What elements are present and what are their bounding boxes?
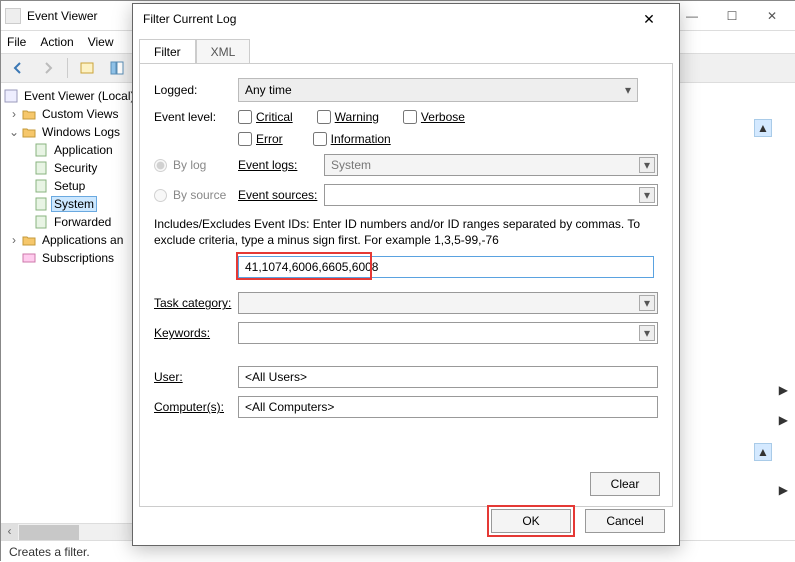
event-logs-combo[interactable]: System ▾ <box>324 154 658 176</box>
event-ids-input[interactable] <box>238 256 654 278</box>
logged-label: Logged: <box>154 83 238 97</box>
keywords-combo[interactable]: ▾ <box>238 322 658 344</box>
chevron-down-icon: ▾ <box>639 157 655 173</box>
computers-input[interactable] <box>238 396 658 418</box>
logged-select[interactable]: Any time ▾ <box>238 78 638 102</box>
ok-button[interactable]: OK <box>491 509 571 533</box>
chevron-down-icon: ▾ <box>625 83 631 97</box>
computers-label: Computer(s): <box>154 400 238 414</box>
chevron-down-icon: ▾ <box>639 295 655 311</box>
event-sources-combo[interactable]: ▾ <box>324 184 658 206</box>
ok-highlight: OK <box>487 505 575 537</box>
by-source-radio: By source <box>154 188 238 202</box>
dialog-titlebar: Filter Current Log ✕ <box>133 4 679 34</box>
event-level-label: Event level: <box>154 110 238 124</box>
dialog-title: Filter Current Log <box>143 12 629 26</box>
cancel-button[interactable]: Cancel <box>585 509 665 533</box>
task-category-label: Task category: <box>154 296 238 310</box>
information-checkbox[interactable]: Information <box>313 132 391 146</box>
error-checkbox[interactable]: Error <box>238 132 283 146</box>
keywords-label: Keywords: <box>154 326 238 340</box>
warning-checkbox[interactable]: Warning <box>317 110 379 124</box>
chevron-down-icon: ▾ <box>639 187 655 203</box>
dialog-tabs: Filter XML <box>139 38 673 63</box>
task-category-combo[interactable]: ▾ <box>238 292 658 314</box>
critical-checkbox[interactable]: Critical <box>238 110 293 124</box>
tab-filter[interactable]: Filter <box>139 39 196 64</box>
verbose-checkbox[interactable]: Verbose <box>403 110 465 124</box>
event-logs-label: Event logs: <box>238 158 324 172</box>
tab-body: Logged: Any time ▾ Event level: Critical… <box>139 63 673 507</box>
clear-button[interactable]: Clear <box>590 472 660 496</box>
by-log-radio: By log <box>154 158 238 172</box>
tab-xml[interactable]: XML <box>196 39 251 64</box>
event-sources-label: Event sources: <box>238 188 324 202</box>
event-id-hint: Includes/Excludes Event IDs: Enter ID nu… <box>154 216 658 248</box>
filter-dialog: Filter Current Log ✕ Filter XML Logged: … <box>132 3 680 546</box>
user-label: User: <box>154 370 238 384</box>
user-input[interactable] <box>238 366 658 388</box>
chevron-down-icon: ▾ <box>639 325 655 341</box>
dialog-close-button[interactable]: ✕ <box>629 11 669 28</box>
